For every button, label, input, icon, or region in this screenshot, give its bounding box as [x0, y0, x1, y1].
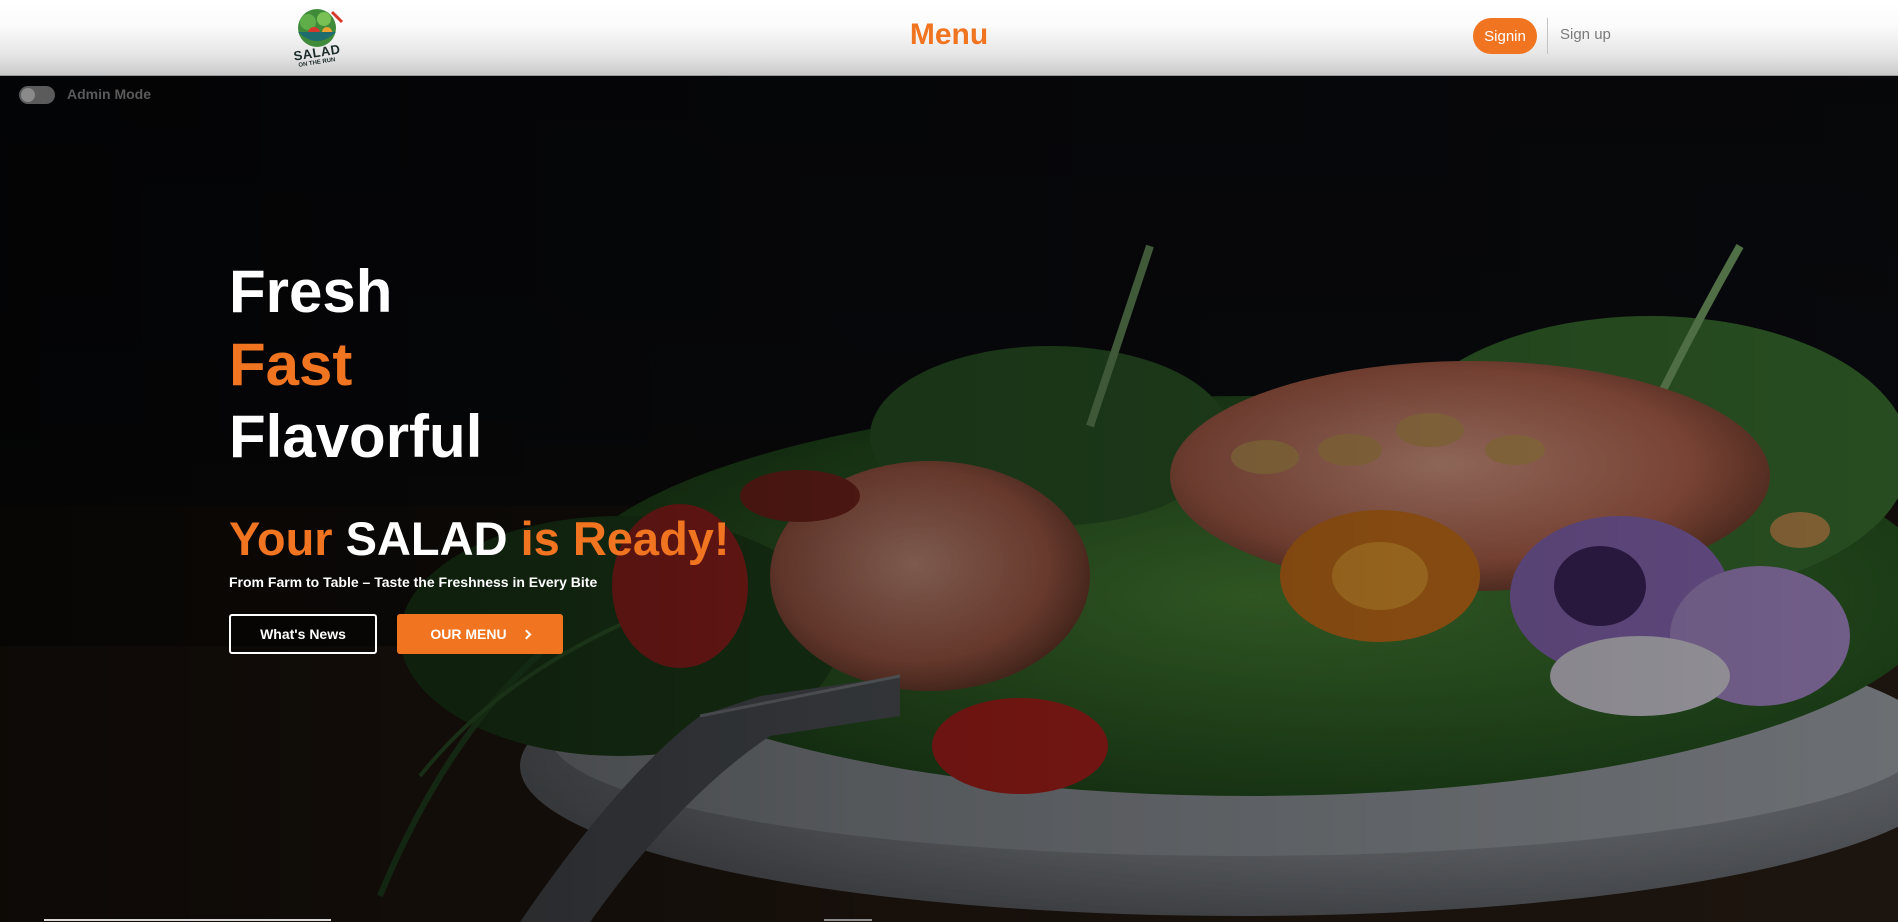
top-navbar: SALAD ON THE RUN Menu Signin Sign up [0, 0, 1898, 76]
toggle-knob [21, 88, 35, 102]
ready-part-is-ready: is Ready! [520, 512, 730, 565]
section-indicator-bar-secondary [824, 919, 872, 921]
our-menu-button[interactable]: OUR MENU [397, 614, 563, 654]
signup-link[interactable]: Sign up [1560, 26, 1611, 43]
whats-news-label: What's News [260, 626, 346, 642]
hero-section: Fresh Fast Flavorful Your SALAD is Ready… [0, 76, 1898, 922]
our-menu-label: OUR MENU [430, 626, 507, 642]
headline-fresh: Fresh [229, 258, 393, 325]
salmon-salad-plate-photo [0, 76, 1898, 922]
ready-heading: Your SALAD is Ready! [229, 509, 730, 569]
admin-mode-toggle[interactable] [19, 86, 55, 104]
ready-part-salad: SALAD [345, 512, 508, 565]
ready-part-your: Your [229, 512, 333, 565]
headline-flavorful: Flavorful [229, 403, 483, 470]
signin-button[interactable]: Signin [1473, 18, 1537, 54]
section-indicator-bar [44, 919, 331, 921]
whats-news-button[interactable]: What's News [229, 614, 377, 654]
hero-tagline: From Farm to Table – Taste the Freshness… [229, 574, 598, 590]
headline-fast: Fast [229, 331, 353, 398]
admin-mode-label: Admin Mode [67, 86, 151, 102]
nav-menu-link[interactable]: Menu [0, 18, 1898, 52]
chevron-right-icon [521, 629, 532, 639]
nav-divider [1547, 18, 1548, 54]
